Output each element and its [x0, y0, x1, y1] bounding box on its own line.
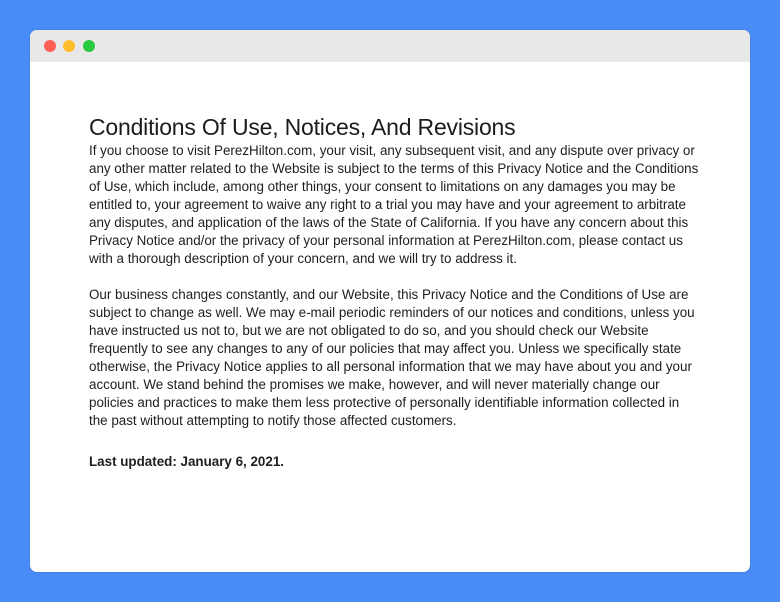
close-icon[interactable] [44, 40, 56, 52]
minimize-icon[interactable] [63, 40, 75, 52]
paragraph-conditions: If you choose to visit PerezHilton.com, … [89, 143, 699, 266]
browser-window: Conditions Of Use, Notices, And Revision… [30, 30, 750, 572]
last-updated-text: Last updated: January 6, 2021. [89, 454, 284, 469]
maximize-icon[interactable] [83, 40, 95, 52]
window-titlebar [30, 30, 750, 62]
document-content: Conditions Of Use, Notices, And Revision… [89, 112, 699, 471]
paragraph-changes: Our business changes constantly, and our… [89, 287, 695, 428]
page-title: Conditions Of Use, Notices, And Revision… [89, 114, 516, 140]
